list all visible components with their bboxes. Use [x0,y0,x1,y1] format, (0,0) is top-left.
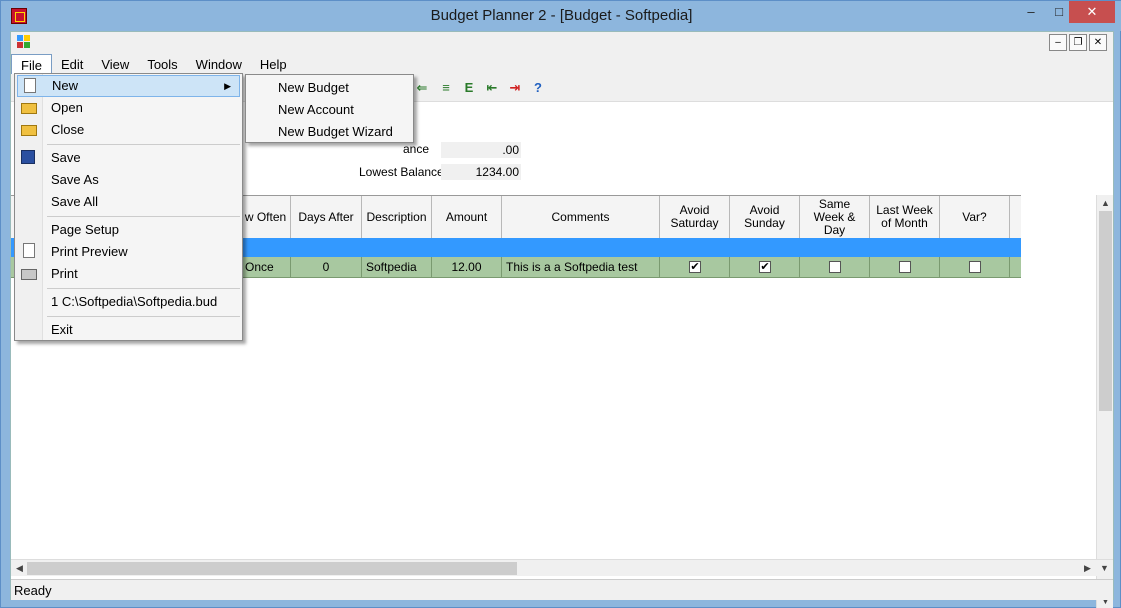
menu-separator [47,216,240,217]
checkbox-var[interactable] [969,261,981,273]
title-bar[interactable]: Budget Planner 2 - [Budget - Softpedia] … [1,1,1121,31]
cell-description[interactable]: Softpedia [362,257,432,277]
edit-e-icon[interactable]: E [461,80,477,96]
checkbox-avoid-sunday[interactable]: ✔ [759,261,771,273]
menu-item-new-label: New [52,78,79,93]
save-disk-icon [21,150,35,164]
col-avoid-saturday[interactable]: Avoid Saturday [660,196,730,238]
mdi-restore-button[interactable]: ❐ [1069,34,1087,51]
window-title: Budget Planner 2 - [Budget - Softpedia] [430,7,693,24]
col-days-after[interactable]: Days After [291,196,362,238]
menu-item-recent-file[interactable]: 1 C:\Softpedia\Softpedia.bud [17,291,240,313]
menu-window[interactable]: Window [187,54,251,74]
checkbox-avoid-saturday[interactable]: ✔ [689,261,701,273]
menu-edit[interactable]: Edit [52,54,92,74]
menu-item-open-label: Open [51,100,83,115]
menu-item-new[interactable]: New ▶ [17,75,240,97]
submenu-item-new-account[interactable]: New Account [278,101,354,119]
col-last-week-month[interactable]: Last Week of Month [870,196,940,238]
align-center-icon[interactable]: ≡ [438,80,454,96]
col-avoid-sunday[interactable]: Avoid Sunday [730,196,800,238]
printer-icon [21,269,37,280]
menu-item-save-as-label: Save As [51,172,99,187]
move-left-icon[interactable]: ⇤ [484,80,500,96]
status-text: Ready [14,583,52,598]
close-icon[interactable]: ✕ [1069,1,1115,23]
menu-item-page-setup-label: Page Setup [51,222,119,237]
submenu-item-new-budget-wizard[interactable]: New Budget Wizard [278,123,393,141]
mdi-minimize-button[interactable]: – [1049,34,1067,51]
submenu-item-new-budget[interactable]: New Budget [278,79,349,97]
menu-item-print[interactable]: Print [17,263,240,285]
menu-item-save-as[interactable]: Save As [17,169,240,191]
submenu-arrow-icon: ▶ [224,81,231,91]
col-comments[interactable]: Comments [502,196,660,238]
new-document-icon [24,78,36,93]
menu-item-print-preview-label: Print Preview [51,244,128,259]
menu-file[interactable]: File [11,54,52,74]
menu-item-print-label: Print [51,266,78,281]
horizontal-scroll-thumb[interactable] [27,562,517,575]
file-menu-dropdown: New ▶ Open Close Save Save As Save All P… [14,73,243,341]
scroll-down-corner-icon[interactable]: ▼ [1096,560,1113,576]
menu-separator [47,144,240,145]
cell-comments[interactable]: This is a a Softpedia test [502,257,660,277]
menu-item-save-all[interactable]: Save All [17,191,240,213]
print-preview-icon [23,243,35,258]
menu-item-exit[interactable]: Exit [17,319,240,341]
menu-item-print-preview[interactable]: Print Preview [17,241,240,263]
mdi-child-bar: – ❐ ✕ [11,32,1113,54]
menu-item-recent-file-label: 1 C:\Softpedia\Softpedia.bud [51,294,218,309]
menu-separator [47,288,240,289]
open-folder-icon [21,103,37,114]
menu-item-close[interactable]: Close [17,119,240,141]
menu-help[interactable]: Help [251,54,296,74]
cell-often[interactable]: Once [241,257,291,277]
scroll-left-icon[interactable]: ◀ [11,560,28,576]
cell-amount[interactable]: 12.00 [432,257,502,277]
lowest-balance-label: Lowest Balance [359,165,444,179]
checkbox-last-week-month[interactable] [899,261,911,273]
new-submenu: New Budget New Account New Budget Wizard [245,74,414,143]
col-var[interactable]: Var? [940,196,1010,238]
menu-bar: File Edit View Tools Window Help [11,54,1113,74]
menu-separator [47,316,240,317]
menu-view[interactable]: View [92,54,138,74]
horizontal-scrollbar[interactable]: ◀ ▶ ▼ [11,559,1113,576]
move-right-icon[interactable]: ⇥ [507,80,523,96]
status-bar: Ready [11,579,1113,600]
close-folder-icon [21,125,37,136]
document-icon[interactable] [17,35,31,49]
help-icon[interactable]: ? [530,80,546,96]
menu-item-exit-label: Exit [51,322,73,337]
col-same-week-day[interactable]: Same Week & Day [800,196,870,238]
menu-item-close-label: Close [51,122,85,137]
menu-item-save[interactable]: Save [17,147,240,169]
lowest-balance-value: 1234.00 [441,164,521,180]
menu-item-save-label: Save [51,150,81,165]
vertical-scrollbar[interactable]: ▲ ▼ [1096,195,1113,608]
menu-item-page-setup[interactable]: Page Setup [17,219,240,241]
balance-value: .00 [441,142,521,158]
col-how-often[interactable]: w Often [241,196,291,238]
minimize-icon[interactable]: – [1017,1,1045,23]
cell-days-after[interactable]: 0 [291,257,362,277]
menu-tools[interactable]: Tools [138,54,186,74]
checkbox-same-week-day[interactable] [829,261,841,273]
menu-item-save-all-label: Save All [51,194,98,209]
align-left-icon[interactable]: ⇐ [414,80,430,96]
mdi-close-button[interactable]: ✕ [1089,34,1107,51]
menu-item-open[interactable]: Open [17,97,240,119]
scroll-up-icon[interactable]: ▲ [1097,195,1114,211]
col-description[interactable]: Description [362,196,432,238]
vertical-scroll-thumb[interactable] [1099,211,1112,411]
scroll-right-icon[interactable]: ▶ [1079,560,1096,576]
col-amount[interactable]: Amount [432,196,502,238]
balance-label: ance [403,142,430,156]
